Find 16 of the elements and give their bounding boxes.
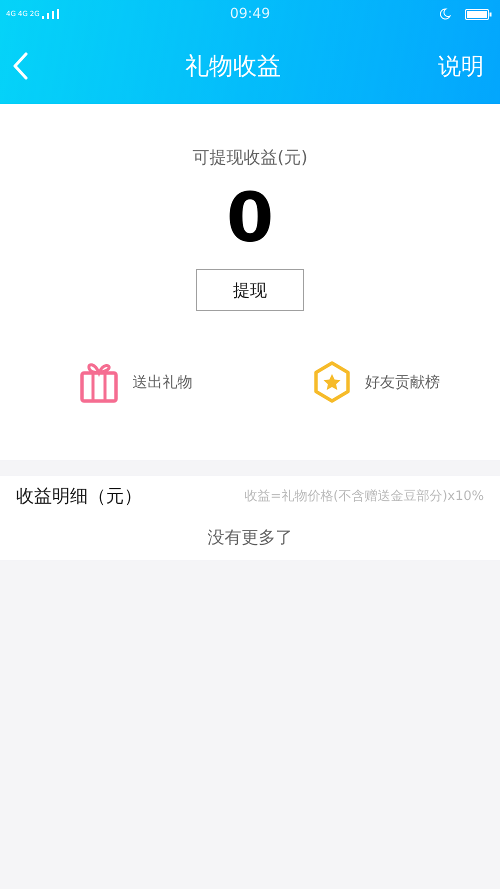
clock-time: 09:49	[228, 6, 272, 22]
withdrawable-label: 可提现收益(元)	[192, 147, 308, 169]
action-label[interactable]: 送出礼物	[132, 372, 192, 392]
section-title: 收益明细（元）	[16, 484, 142, 508]
back-icon	[12, 52, 28, 80]
gift-icon[interactable]	[80, 361, 118, 403]
back-button[interactable]	[12, 52, 28, 80]
star-icon[interactable]	[312, 361, 351, 403]
earnings-amount: 0	[226, 179, 274, 259]
withdraw-button[interactable]: 提现	[196, 269, 304, 311]
page-title: 礼物收益	[185, 51, 281, 82]
action-label[interactable]: 好友贡献榜	[364, 372, 440, 392]
moon-icon	[439, 8, 451, 20]
formula-note: 收益=礼物价格(不含赠送金豆部分)x10%	[244, 488, 484, 504]
battery-icon	[465, 8, 492, 20]
empty-message: 没有更多了	[208, 527, 292, 549]
